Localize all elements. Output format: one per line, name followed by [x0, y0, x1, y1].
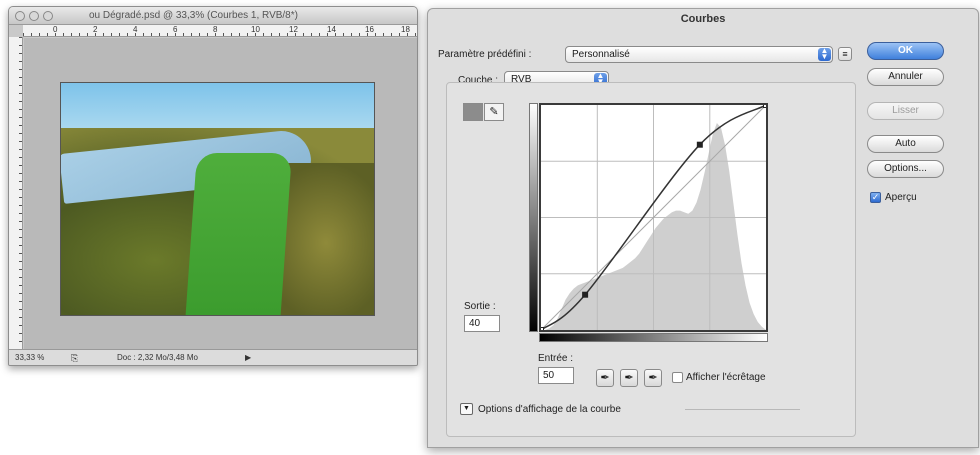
ruler-mark: 16: [365, 25, 374, 34]
section-divider: [685, 409, 800, 410]
show-clipping-checkbox[interactable]: [672, 372, 683, 383]
ruler-mark: 2: [93, 25, 98, 34]
minimize-window-icon[interactable]: [29, 11, 39, 21]
input-field[interactable]: 50: [538, 367, 574, 384]
curve-control-point: [582, 291, 589, 298]
zoom-level[interactable]: 33,33 %: [15, 353, 44, 362]
ruler-mark: 0: [53, 25, 58, 34]
zoom-window-icon[interactable]: [43, 11, 53, 21]
document-title: ou Dégradé.psd @ 33,3% (Courbes 1, RVB/8…: [89, 10, 298, 21]
auto-button[interactable]: Auto: [867, 135, 944, 153]
preset-options-icon[interactable]: ≡: [838, 47, 852, 61]
document-size: Doc : 2,32 Mo/3,48 Mo: [117, 353, 198, 362]
dialog-title: Courbes: [680, 13, 726, 25]
curve-control-point: [763, 102, 769, 108]
document-window[interactable]: ou Dégradé.psd @ 33,3% (Courbes 1, RVB/8…: [8, 6, 418, 366]
cancel-button[interactable]: Annuler: [867, 68, 944, 86]
preset-label: Paramètre prédéfini :: [438, 49, 532, 60]
ruler-mark: 4: [133, 25, 138, 34]
options-button[interactable]: Options...: [867, 160, 944, 178]
curves-graph[interactable]: [538, 102, 769, 333]
curve-canvas[interactable]: [538, 102, 769, 333]
ruler-mark: 18: [401, 25, 410, 34]
curve-options-label[interactable]: Options d'affichage de la courbe: [478, 404, 621, 415]
select-arrows-icon: ▲▼: [818, 47, 831, 61]
vertical-ruler[interactable]: [9, 37, 23, 349]
curve-control-point: [538, 327, 544, 333]
curve-control-point: [696, 141, 703, 148]
preview-label: Aperçu: [885, 192, 917, 203]
ok-button[interactable]: OK: [867, 42, 944, 60]
output-gradient-bar: [529, 103, 538, 332]
ruler-mark: 6: [173, 25, 178, 34]
white-point-eyedropper-icon[interactable]: ✒: [644, 369, 662, 387]
ruler-mark: 10: [251, 25, 260, 34]
image-sky: [61, 83, 374, 128]
canvas-area[interactable]: [24, 38, 417, 349]
status-menu-arrow-icon[interactable]: ▶: [245, 353, 251, 362]
navigator-icon[interactable]: ⎘: [71, 353, 78, 364]
preset-select[interactable]: Personnalisé ▲ ▼: [565, 46, 833, 63]
preset-value: Personnalisé: [572, 49, 630, 60]
document-titlebar[interactable]: ou Dégradé.psd @ 33,3% (Courbes 1, RVB/8…: [9, 7, 417, 25]
input-gradient-bar: [539, 333, 768, 342]
curves-dialog: Courbes Paramètre prédéfini : Personnali…: [427, 8, 979, 448]
horizontal-ruler[interactable]: 0 2 4 6 8 10 12 14 16 18: [23, 25, 417, 37]
disclosure-triangle-icon[interactable]: ▼: [460, 403, 473, 415]
gray-point-eyedropper-icon[interactable]: ✒: [620, 369, 638, 387]
close-window-icon[interactable]: [15, 11, 25, 21]
status-bar: 33,33 % ⎘ Doc : 2,32 Mo/3,48 Mo ▶: [9, 349, 417, 365]
black-point-eyedropper-icon[interactable]: ✒: [596, 369, 614, 387]
document-image[interactable]: [60, 82, 375, 316]
ruler-mark: 14: [327, 25, 336, 34]
ruler-mark: 12: [289, 25, 298, 34]
smooth-button[interactable]: Lisser: [867, 102, 944, 120]
preview-checkbox[interactable]: ✓: [870, 192, 881, 203]
output-label: Sortie :: [464, 301, 496, 312]
input-label: Entrée :: [538, 353, 574, 364]
show-clipping-label: Afficher l'écrêtage: [686, 372, 766, 383]
ruler-mark: 8: [213, 25, 218, 34]
image-green-path: [185, 153, 292, 315]
point-curve-tool-icon[interactable]: [463, 103, 483, 121]
pencil-tool-icon[interactable]: ✎: [484, 103, 504, 121]
output-field[interactable]: 40: [464, 315, 500, 332]
